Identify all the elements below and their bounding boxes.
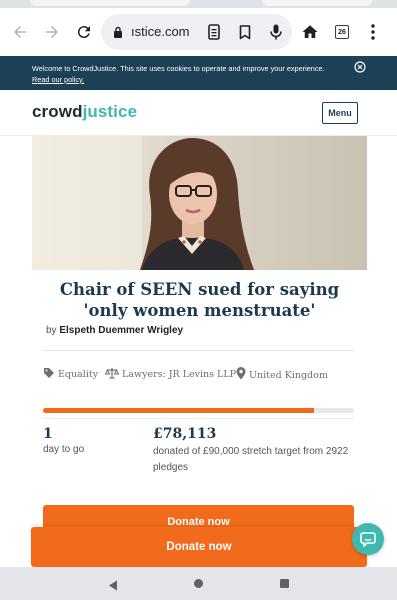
- days-remaining-label: day to go: [43, 444, 85, 455]
- divider: [43, 418, 354, 419]
- funding-progress-fill: [43, 408, 314, 413]
- more-menu-icon[interactable]: [361, 20, 385, 44]
- tag-icon: [43, 367, 58, 382]
- days-remaining-value: 1: [43, 426, 53, 442]
- campaign-title: Chair of SEEN sued for saying 'only wome…: [59, 280, 340, 320]
- divider: [43, 350, 354, 351]
- campaign-hero-image: [32, 136, 367, 270]
- tag-lawyers[interactable]: Lawyers: JR Levins LLP: [104, 367, 237, 382]
- lock-icon: [113, 25, 123, 43]
- cookie-message: Welcome to CrowdJustice. This site uses …: [32, 63, 332, 85]
- amount-raised-label: donated of £90,000 stretch target from 2…: [153, 446, 349, 473]
- tag-location[interactable]: United Kingdom: [236, 367, 328, 383]
- home-circle-icon[interactable]: [194, 579, 203, 588]
- tag-equality[interactable]: Equality: [43, 367, 98, 382]
- reader-mode-icon[interactable]: [205, 23, 223, 41]
- scales-icon: [104, 367, 122, 382]
- browser-toolbar: ıstice.com 26: [0, 8, 397, 56]
- close-icon[interactable]: [354, 60, 366, 73]
- byline-prefix: by: [46, 325, 57, 336]
- amount-raised-value: £78,113: [153, 426, 217, 442]
- site-header: crowdjustice Menu: [0, 90, 397, 136]
- logo-text-justice: justice: [82, 102, 138, 121]
- back-arrow-icon[interactable]: [8, 20, 32, 44]
- funding-progress-bar: [43, 408, 354, 413]
- recents-square-icon[interactable]: [280, 579, 289, 588]
- chat-bubble-icon[interactable]: [352, 523, 384, 555]
- back-triangle-icon[interactable]: [108, 578, 118, 596]
- crowdjustice-logo[interactable]: crowdjustice: [32, 102, 137, 122]
- address-bar[interactable]: ıstice.com: [101, 14, 292, 50]
- cookie-policy-link[interactable]: Read our policy.: [32, 75, 84, 84]
- tag-label: Lawyers: JR Levins LLP: [122, 369, 237, 380]
- location-pin-icon: [236, 367, 249, 383]
- campaign-byline: by Elspeth Duemmer Wrigley: [46, 325, 183, 336]
- bookmark-icon[interactable]: [236, 23, 254, 41]
- tab-strip: [0, 0, 397, 8]
- url-text: ıstice.com: [131, 24, 190, 39]
- reload-icon[interactable]: [72, 20, 96, 44]
- menu-button[interactable]: Menu: [322, 102, 358, 124]
- cookie-banner: Welcome to CrowdJustice. This site uses …: [0, 56, 397, 90]
- browser-tab[interactable]: [30, 0, 190, 6]
- tag-label: Equality: [58, 369, 99, 380]
- campaign-author[interactable]: Elspeth Duemmer Wrigley: [59, 325, 183, 336]
- cookie-text: Welcome to CrowdJustice. This site uses …: [32, 64, 325, 73]
- donate-button-sticky[interactable]: Donate now: [31, 527, 367, 567]
- browser-tab[interactable]: [262, 0, 372, 6]
- tag-label: United Kingdom: [249, 369, 328, 381]
- logo-text-crowd: crowd: [32, 102, 83, 121]
- tab-switcher-button[interactable]: 26: [335, 25, 349, 39]
- home-icon[interactable]: [298, 20, 322, 44]
- microphone-icon[interactable]: [267, 23, 285, 41]
- forward-arrow-icon[interactable]: [40, 20, 64, 44]
- android-nav-bar: [0, 567, 397, 600]
